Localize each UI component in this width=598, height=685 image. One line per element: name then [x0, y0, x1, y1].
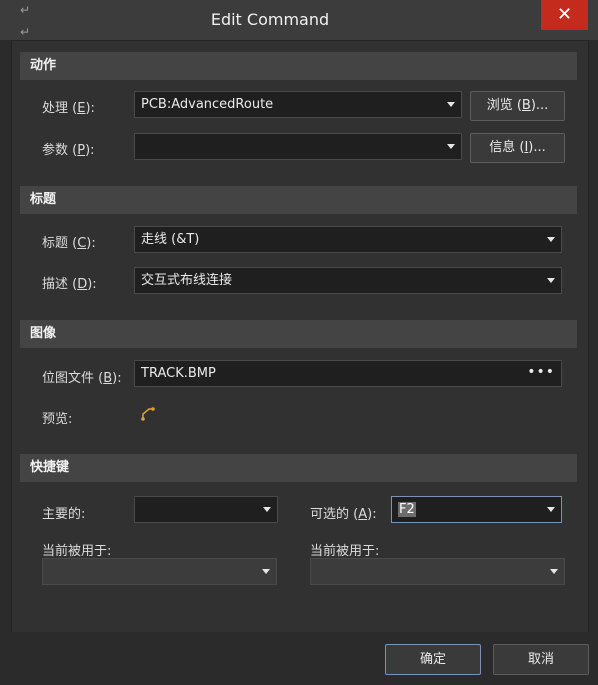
primary-used-by-label: 当前被用于: [42, 544, 112, 559]
alternate-shortcut-value: F2 [398, 502, 416, 517]
description-combo[interactable]: 交互式布线连接 [134, 267, 562, 294]
alternate-shortcut-label: 可选的 (A): [310, 507, 377, 522]
caption-combo[interactable]: 走线 (&T) [134, 226, 562, 253]
primary-shortcut-label: 主要的: [42, 507, 86, 522]
info-button[interactable]: 信息 (I)... [470, 133, 565, 163]
caption-label: 标题 (C): [42, 236, 96, 251]
chevron-down-icon [262, 569, 270, 574]
chevron-down-icon [447, 102, 455, 107]
close-button[interactable]: ✕ [541, 0, 588, 30]
section-header-caption: 标题 [20, 186, 577, 214]
title-bar: ↵ ↵ Edit Command ✕ [0, 0, 598, 40]
more-icon[interactable]: ••• [527, 365, 555, 379]
bitmap-field[interactable]: TRACK.BMP ••• [134, 360, 562, 387]
cancel-button[interactable]: 取消 [493, 644, 589, 675]
process-value: PCB:AdvancedRoute [141, 97, 274, 112]
section-header-image: 图像 [20, 320, 577, 348]
alternate-used-by-label: 当前被用于: [310, 544, 380, 559]
caption-value: 走线 (&T) [141, 232, 200, 247]
primary-used-by-combo[interactable] [42, 558, 277, 585]
description-label: 描述 (D): [42, 277, 97, 292]
bitmap-label: 位图文件 (B): [42, 371, 122, 386]
description-value: 交互式布线连接 [141, 273, 233, 288]
chevron-down-icon [550, 569, 558, 574]
bitmap-value: TRACK.BMP [141, 366, 216, 381]
params-combo[interactable] [134, 133, 462, 160]
chevron-down-icon [547, 237, 555, 242]
browse-button[interactable]: 浏览 (B)... [470, 91, 565, 121]
section-header-shortcut: 快捷键 [20, 454, 577, 482]
chevron-down-icon [547, 278, 555, 283]
process-label: 处理 (E): [42, 101, 95, 116]
chevron-down-icon [547, 507, 555, 512]
preview-label: 预览: [42, 412, 73, 427]
dialog-footer: 确定 取消 [0, 632, 598, 685]
process-combo[interactable]: PCB:AdvancedRoute [134, 91, 462, 118]
params-label: 参数 (P): [42, 143, 95, 158]
track-route-icon [141, 407, 155, 421]
chevron-down-icon [263, 507, 271, 512]
alternate-used-by-combo[interactable] [310, 558, 565, 585]
window-title: Edit Command [210, 10, 330, 29]
alternate-shortcut-combo[interactable]: F2 [391, 496, 562, 523]
primary-shortcut-combo[interactable] [134, 496, 278, 523]
section-header-action: 动作 [20, 52, 577, 80]
chevron-down-icon [447, 144, 455, 149]
ok-button[interactable]: 确定 [385, 644, 481, 675]
